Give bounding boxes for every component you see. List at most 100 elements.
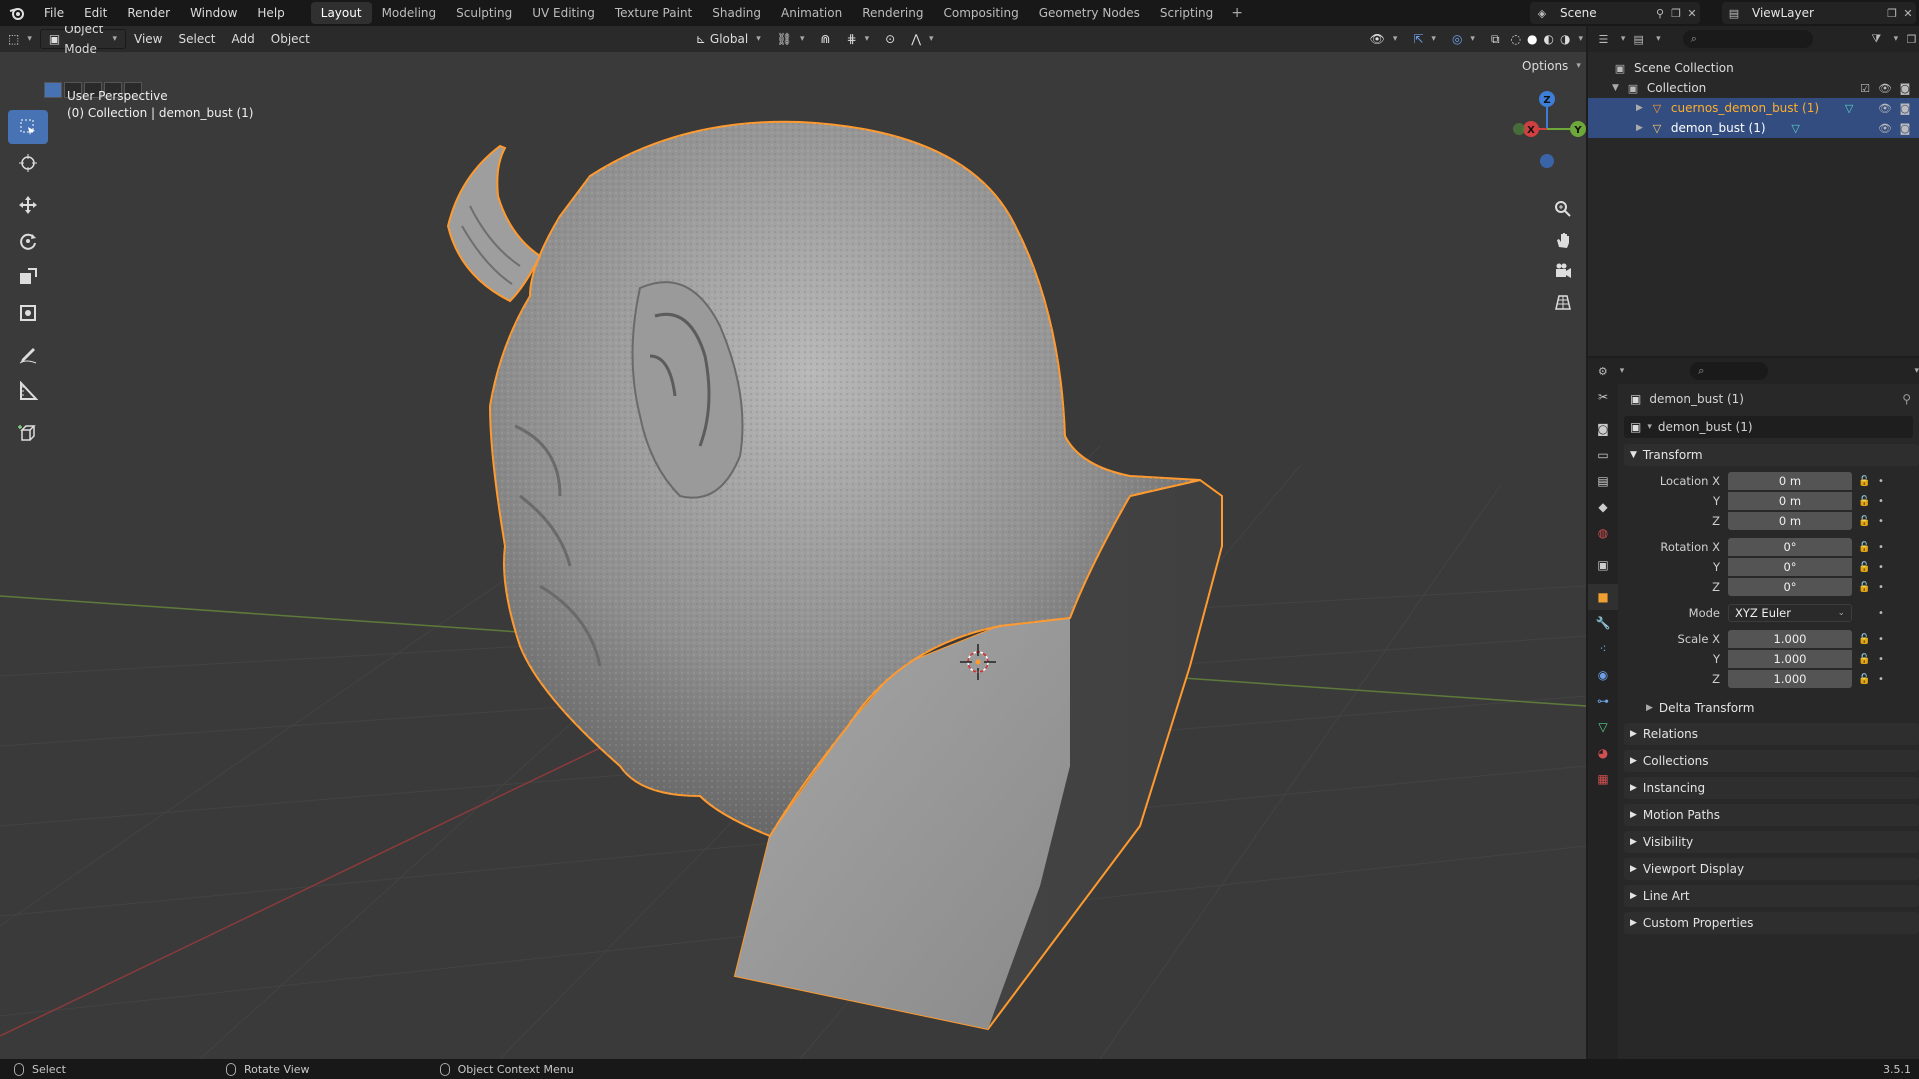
lock-icon[interactable]: 🔓 (1858, 654, 1874, 665)
delta-transform-subpanel[interactable]: ▶ Delta Transform (1624, 697, 1919, 719)
menu-help[interactable]: Help (247, 0, 294, 26)
overlay-toggle[interactable]: ◎ ▾ (1444, 29, 1483, 49)
delete-view-layer-icon[interactable]: ✕ (1900, 5, 1916, 21)
lock-icon[interactable]: 🔓 (1858, 516, 1874, 527)
output-tab[interactable]: ▭ (1588, 442, 1618, 468)
delete-scene-icon[interactable]: ✕ (1684, 5, 1700, 21)
mesh-data-icon[interactable]: ▽ (1841, 100, 1857, 116)
lock-icon[interactable]: 🔓 (1858, 496, 1874, 507)
menu-add[interactable]: Add (224, 29, 263, 49)
outliner-editor-icon[interactable]: ☰ (1596, 31, 1611, 47)
gizmo-toggle[interactable]: ⇱ ▾ (1405, 29, 1444, 49)
wireframe-shading-button[interactable]: ◌ (1508, 29, 1524, 49)
lock-icon[interactable]: 🔓 (1858, 542, 1874, 553)
modifier-tab[interactable]: 🔧 (1588, 610, 1618, 636)
scale-z-field[interactable]: 1.000 (1728, 670, 1852, 688)
keyframe-dot-icon[interactable]: • (1874, 582, 1888, 593)
object-name-field[interactable]: ▣ ▾ demon_bust (1) (1624, 416, 1913, 438)
menu-render[interactable]: Render (117, 0, 180, 26)
visibility-panel-header[interactable]: ▶ Visibility (1624, 831, 1919, 853)
move-tool[interactable] (8, 188, 48, 222)
add-cube-tool[interactable] (8, 416, 48, 450)
object-type-icon[interactable]: ▣ (1630, 420, 1641, 434)
rotation-z-field[interactable]: 0° (1728, 578, 1852, 596)
scene-tab[interactable]: ◆ (1588, 494, 1618, 520)
collection-expand-icon[interactable]: ▼ (1612, 83, 1619, 93)
keyframe-dot-icon[interactable]: • (1874, 654, 1888, 665)
snap-toggle[interactable]: ⋒ (812, 29, 838, 49)
options-button[interactable]: Options ▾ (1514, 56, 1586, 76)
filter-icon[interactable]: ⧩ (1869, 31, 1884, 47)
keyframe-dot-icon[interactable]: • (1874, 562, 1888, 573)
add-workspace-button[interactable]: + (1223, 5, 1251, 21)
menu-view[interactable]: View (126, 29, 170, 49)
keyframe-dot-icon[interactable]: • (1874, 516, 1888, 527)
scene-selector[interactable]: ◈ Scene ⚲ ❐ ✕ (1530, 2, 1700, 24)
proportional-edit-toggle[interactable]: ⊙ (877, 29, 903, 49)
location-x-field[interactable]: 0 m (1728, 472, 1852, 490)
render-camera-icon[interactable]: ◙ (1897, 120, 1913, 136)
pin-icon[interactable]: ⚲ (1652, 5, 1668, 21)
rotation-y-field[interactable]: 0° (1728, 558, 1852, 576)
zoom-button[interactable] (1548, 194, 1578, 224)
view-layer-selector[interactable]: ▤ ViewLayer ❐ ✕ (1722, 2, 1916, 24)
rendered-shading-button[interactable]: ◑ ▾ (1557, 29, 1586, 49)
annotate-tool[interactable] (8, 338, 48, 372)
new-view-layer-icon[interactable]: ❐ (1884, 5, 1900, 21)
new-collection-icon[interactable]: ❐ (1904, 31, 1919, 47)
menu-file[interactable]: File (34, 0, 74, 26)
view-layer-name[interactable]: ViewLayer (1722, 6, 1884, 20)
line-art-panel-header[interactable]: ▶ Line Art (1624, 885, 1919, 907)
falloff-button[interactable]: ⋀ ▾ (903, 29, 941, 49)
tab-sculpting[interactable]: Sculpting (446, 2, 522, 24)
rotation-mode-dropdown[interactable]: XYZ Euler ⌄ (1728, 604, 1852, 622)
transform-tool[interactable] (8, 296, 48, 330)
render-tab[interactable]: ◙ (1588, 416, 1618, 442)
viewport-scene[interactable]: Z Y X (0, 26, 1586, 1059)
data-tab[interactable]: ▽ (1588, 714, 1618, 740)
rotate-tool[interactable] (8, 224, 48, 258)
transform-panel-header[interactable]: ▼ Transform (1624, 444, 1919, 466)
tab-layout[interactable]: Layout (310, 2, 372, 24)
location-z-field[interactable]: 0 m (1728, 512, 1852, 530)
keyframe-dot-icon[interactable]: • (1874, 476, 1888, 487)
menu-select[interactable]: Select (170, 29, 223, 49)
tab-animation[interactable]: Animation (771, 2, 852, 24)
snap-target-button[interactable]: ⋕ ▾ (839, 29, 878, 49)
menu-window[interactable]: Window (180, 0, 247, 26)
properties-editor-icon[interactable]: ⚙ (1596, 363, 1610, 379)
visibility-eye-icon[interactable]: 👁 (1877, 100, 1893, 116)
tab-shading[interactable]: Shading (702, 2, 771, 24)
render-camera-icon[interactable]: ◙ (1897, 100, 1913, 116)
custom-properties-panel-header[interactable]: ▶ Custom Properties (1624, 912, 1919, 934)
particles-tab[interactable]: ⁖ (1588, 636, 1618, 662)
scale-y-field[interactable]: 1.000 (1728, 650, 1852, 668)
scene-collection-row[interactable]: ▣ Scene Collection (1588, 58, 1919, 78)
location-y-field[interactable]: 0 m (1728, 492, 1852, 510)
outliner-search-input[interactable]: ⌕ (1682, 30, 1813, 48)
tab-scripting[interactable]: Scripting (1150, 2, 1223, 24)
exclude-checkbox-icon[interactable]: ☑ (1857, 80, 1873, 96)
scale-tool[interactable] (8, 260, 48, 294)
lock-icon[interactable]: 🔓 (1858, 582, 1874, 593)
keyframe-dot-icon[interactable]: • (1874, 634, 1888, 645)
motion-paths-panel-header[interactable]: ▶ Motion Paths (1624, 804, 1919, 826)
mesh-data-icon[interactable]: ▽ (1788, 120, 1804, 136)
expand-arrow-icon[interactable]: ▶ (1636, 123, 1643, 133)
lock-icon[interactable]: 🔓 (1858, 674, 1874, 685)
3d-viewport[interactable]: Z Y X ⬚ ▾ ▣ Object Mode ▾ View Select Add… (0, 26, 1586, 1059)
select-new-button[interactable] (44, 82, 62, 98)
tab-uv-editing[interactable]: UV Editing (522, 2, 605, 24)
ortho-toggle-button[interactable] (1548, 287, 1578, 317)
display-mode-icon[interactable]: ▤ (1631, 31, 1646, 47)
outliner-object-row[interactable]: ▶ ▽ demon_bust (1) ▽ 👁 ◙ (1588, 118, 1919, 138)
material-shading-button[interactable]: ◐ (1541, 29, 1557, 49)
select-box-tool[interactable] (8, 110, 48, 144)
physics-tab[interactable]: ◉ (1588, 662, 1618, 688)
measure-tool[interactable] (8, 374, 48, 408)
scale-x-field[interactable]: 1.000 (1728, 630, 1852, 648)
visibility-button[interactable]: 👁 ▾ (1362, 29, 1406, 49)
collections-panel-header[interactable]: ▶ Collections (1624, 750, 1919, 772)
relations-panel-header[interactable]: ▶ Relations (1624, 723, 1919, 745)
properties-search-input[interactable]: ⌕ (1690, 362, 1769, 380)
